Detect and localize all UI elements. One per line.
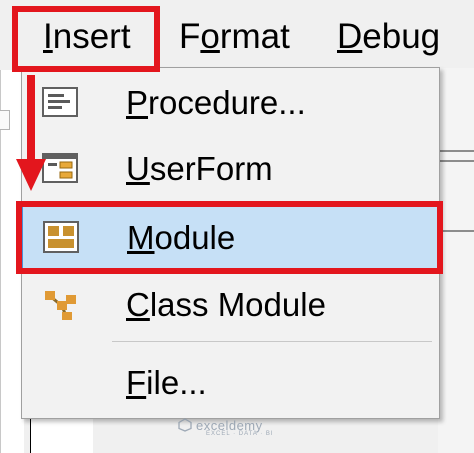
menu-item-label: File... bbox=[126, 360, 207, 406]
menu-debug[interactable]: Debug bbox=[337, 12, 440, 62]
label-text: rocedure... bbox=[148, 84, 306, 121]
label-text: serForm bbox=[149, 150, 273, 187]
menu-item-label: UserForm bbox=[126, 146, 273, 192]
menu-item-procedure[interactable]: Procedure... bbox=[22, 70, 439, 136]
menu-item-class-module[interactable]: Class Module bbox=[22, 272, 439, 338]
mnemonic: o bbox=[200, 17, 220, 56]
mnemonic: P bbox=[126, 84, 149, 121]
insert-highlight-box bbox=[12, 6, 160, 72]
menu-label: ebug bbox=[362, 17, 441, 56]
exceldemy-logo-icon bbox=[178, 418, 192, 432]
code-window-line bbox=[440, 230, 474, 232]
mnemonic: C bbox=[126, 286, 150, 323]
label-text: ile... bbox=[146, 364, 207, 401]
menu-format[interactable]: Format bbox=[179, 12, 290, 62]
menu-label-prefix: F bbox=[179, 17, 201, 56]
mnemonic: U bbox=[126, 150, 150, 187]
watermark: exceldemy EXCEL · DATA · BI bbox=[178, 418, 274, 437]
module-highlight-box bbox=[16, 201, 443, 274]
label-text: lass Module bbox=[149, 286, 326, 323]
menu-item-file[interactable]: File... bbox=[22, 350, 439, 416]
menu-separator bbox=[112, 341, 432, 342]
menu-item-label: Procedure... bbox=[126, 80, 306, 126]
menu-item-label: Class Module bbox=[126, 282, 326, 328]
code-window-line bbox=[440, 150, 474, 152]
menu-item-userform[interactable]: UserForm bbox=[22, 136, 439, 202]
code-window-line bbox=[440, 160, 474, 162]
red-arrow-icon bbox=[16, 75, 46, 191]
mnemonic: D bbox=[337, 17, 363, 56]
class-module-icon bbox=[45, 291, 76, 320]
sheet-icon bbox=[0, 110, 10, 130]
watermark-tagline: EXCEL · DATA · BI bbox=[206, 431, 274, 437]
mnemonic: F bbox=[126, 364, 147, 401]
menu-label: rmat bbox=[219, 17, 290, 56]
code-window-edge bbox=[438, 62, 474, 453]
